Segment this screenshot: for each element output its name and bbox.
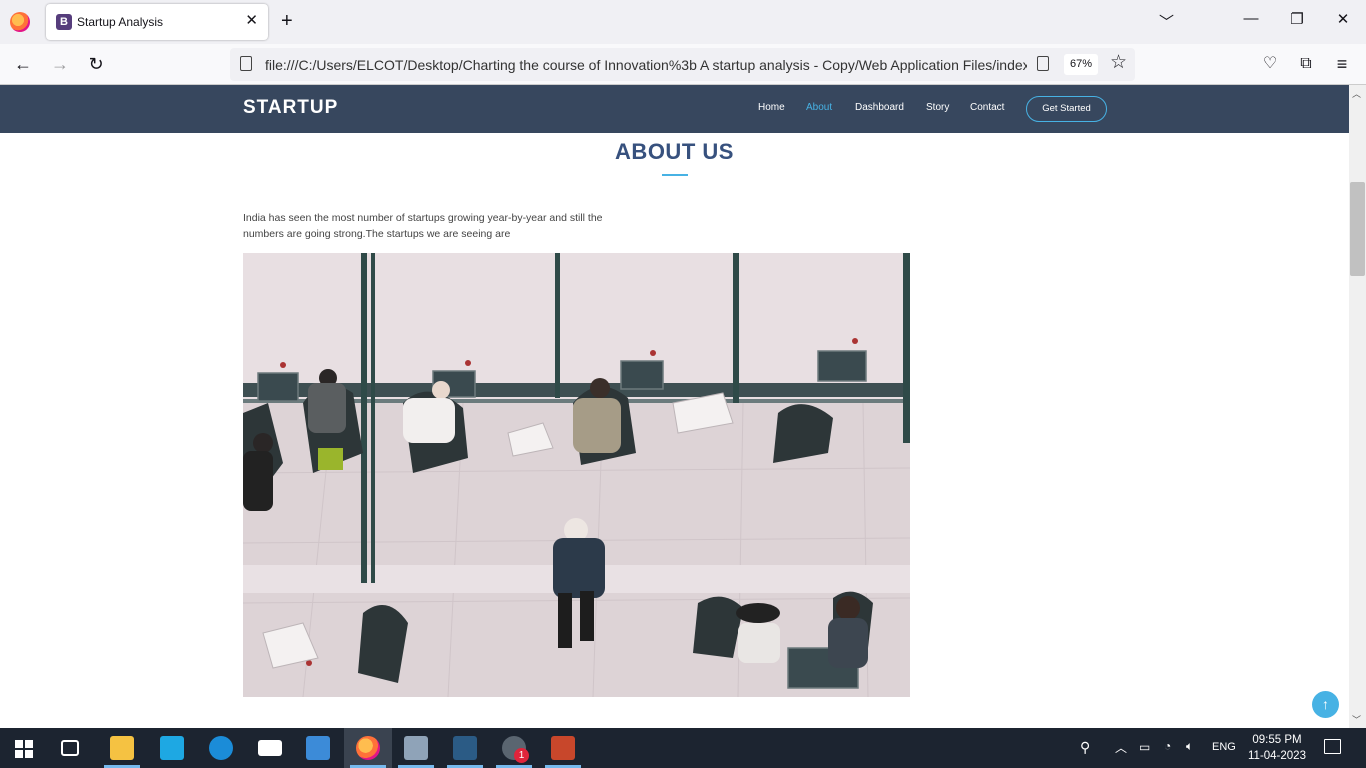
site-header: STARTUP Home About Dashboard Story Conta…: [0, 85, 1349, 133]
scroll-up-icon[interactable]: ︿: [1352, 87, 1361, 100]
network-tool-icon[interactable]: [404, 736, 428, 760]
volume-icon[interactable]: 🔈︎: [1186, 739, 1193, 754]
nav-about[interactable]: About: [806, 102, 832, 113]
cafe-photo-illustration: [243, 253, 910, 697]
close-tab-icon[interactable]: ✕: [245, 12, 258, 30]
title-underline: [662, 174, 688, 176]
clock-date: 11-04-2023: [1248, 750, 1306, 762]
migration-app-icon[interactable]: [160, 736, 184, 760]
store-icon[interactable]: [306, 736, 330, 760]
pocket-icon[interactable]: ♡: [1259, 54, 1281, 74]
bookmark-star-icon[interactable]: ☆: [1110, 53, 1127, 73]
about-paragraph: India has seen the most number of startu…: [243, 212, 603, 240]
powerpoint-icon[interactable]: [551, 736, 575, 760]
extensions-icon[interactable]: ⧉: [1295, 54, 1317, 74]
clock[interactable]: 09:55 PM 11-04-2023: [1246, 732, 1308, 764]
page-icon: [240, 56, 252, 71]
back-icon[interactable]: ←: [12, 54, 34, 74]
site-logo[interactable]: STARTUP: [243, 97, 338, 119]
forward-icon[interactable]: →: [49, 54, 71, 74]
cafe-photo: [243, 253, 910, 697]
page-viewport: STARTUP Home About Dashboard Story Conta…: [0, 85, 1349, 728]
firefox-icon[interactable]: [10, 12, 30, 32]
scroll-thumb[interactable]: [1350, 182, 1365, 276]
nav-contact[interactable]: Contact: [970, 102, 1004, 113]
menu-icon[interactable]: ≡: [1331, 54, 1353, 74]
scroll-down-icon[interactable]: ﹀: [1352, 713, 1361, 726]
windows-taskbar: 1 ⚲ ︿ ▭ ◔ 🔈︎ ENG 09:55 PM 11-04-2023: [0, 728, 1366, 768]
browser-toolbar: ← → ↻ file:///C:/Users/ELCOT/Desktop/Cha…: [0, 44, 1366, 85]
tab-title: Startup Analysis: [77, 15, 164, 29]
people-icon[interactable]: ⚲: [1080, 739, 1090, 756]
clock-time: 09:55 PM: [1252, 734, 1302, 746]
close-window-icon[interactable]: ✕: [1333, 10, 1353, 28]
nav-dashboard[interactable]: Dashboard: [855, 102, 904, 113]
language-indicator[interactable]: ENG: [1212, 741, 1236, 753]
url-text[interactable]: file:///C:/Users/ELCOT/Desktop/Charting …: [265, 57, 1027, 73]
section-title: ABOUT US: [615, 139, 734, 164]
notification-badge: 1: [514, 748, 529, 763]
nav-home[interactable]: Home: [758, 102, 785, 113]
nav-story[interactable]: Story: [926, 102, 949, 113]
edge-icon[interactable]: [209, 736, 233, 760]
show-hidden-icons-chevron[interactable]: ︿: [1115, 739, 1127, 756]
start-icon[interactable]: [15, 740, 33, 758]
page-scrollbar[interactable]: ︿ ﹀: [1349, 85, 1366, 728]
get-started-button[interactable]: Get Started: [1026, 96, 1107, 122]
restore-icon[interactable]: ❐: [1287, 10, 1307, 28]
code-app-icon[interactable]: [453, 736, 477, 760]
address-bar[interactable]: file:///C:/Users/ELCOT/Desktop/Charting …: [230, 48, 1135, 81]
new-tab-button[interactable]: +: [281, 10, 293, 32]
file-explorer-icon[interactable]: [110, 736, 134, 760]
back-to-top-button[interactable]: ↑: [1312, 691, 1339, 718]
bootstrap-favicon-icon: B: [56, 14, 72, 30]
firefox-taskbar-icon[interactable]: [356, 736, 380, 760]
list-all-tabs-chevron-icon[interactable]: ﹀: [1159, 11, 1174, 32]
minimize-icon[interactable]: —: [1241, 10, 1261, 27]
tab-startup-analysis[interactable]: B Startup Analysis ✕: [46, 4, 268, 40]
battery-icon[interactable]: ▭: [1139, 740, 1150, 754]
zoom-level[interactable]: 67%: [1064, 54, 1099, 75]
reader-view-icon[interactable]: [1037, 56, 1049, 71]
browser-tab-bar: B Startup Analysis ✕ + ﹀ — ❐ ✕: [0, 0, 1366, 44]
task-view-icon[interactable]: [61, 740, 79, 756]
reload-icon[interactable]: ↻: [85, 54, 107, 74]
action-center-icon[interactable]: [1324, 739, 1341, 754]
mail-icon[interactable]: [258, 740, 282, 756]
wifi-icon[interactable]: ◔: [1164, 739, 1171, 753]
